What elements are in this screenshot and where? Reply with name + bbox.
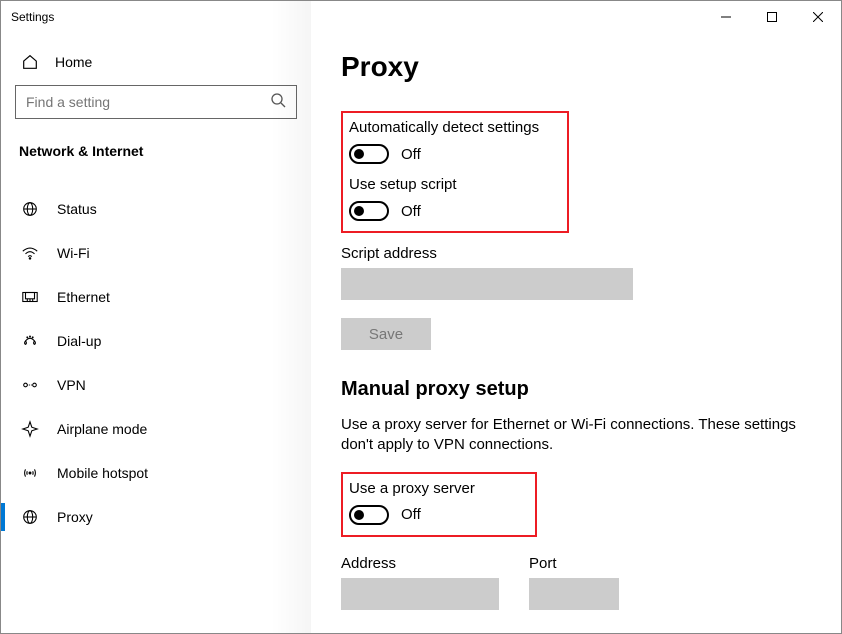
hotspot-icon [21, 464, 39, 482]
use-proxy-toggle[interactable] [349, 505, 389, 525]
address-label: Address [341, 555, 499, 572]
auto-detect-state: Off [401, 146, 421, 163]
manual-setup-desc: Use a proxy server for Ethernet or Wi-Fi… [341, 415, 813, 456]
port-label: Port [529, 555, 619, 572]
use-script-label: Use setup script [349, 176, 539, 193]
auto-detect-toggle[interactable] [349, 144, 389, 164]
vpn-icon [21, 376, 39, 394]
close-button[interactable] [795, 1, 841, 33]
maximize-button[interactable] [749, 1, 795, 33]
ethernet-icon [21, 288, 39, 306]
wifi-icon [21, 244, 39, 262]
window-title: Settings [11, 10, 54, 24]
home-nav[interactable]: Home [15, 45, 297, 85]
proxy-icon [21, 508, 39, 526]
sidebar-item-hotspot[interactable]: Mobile hotspot [15, 451, 297, 495]
dialup-icon [21, 332, 39, 350]
manual-setup-title: Manual proxy setup [341, 378, 813, 401]
port-input[interactable] [529, 578, 619, 610]
home-label: Home [55, 54, 92, 70]
use-proxy-highlight: Use a proxy server Off [341, 472, 537, 537]
auto-proxy-highlight: Automatically detect settings Off Use se… [341, 111, 569, 233]
sidebar-item-status[interactable]: Status [15, 187, 297, 231]
sidebar-item-label: VPN [57, 377, 86, 393]
auto-detect-label: Automatically detect settings [349, 119, 539, 136]
address-input[interactable] [341, 578, 499, 610]
airplane-icon [21, 420, 39, 438]
category-title: Network & Internet [15, 137, 297, 187]
sidebar-item-label: Airplane mode [57, 421, 147, 437]
sidebar-item-wifi[interactable]: Wi-Fi [15, 231, 297, 275]
sidebar-item-dialup[interactable]: Dial-up [15, 319, 297, 363]
script-address-input[interactable] [341, 268, 633, 300]
sidebar-item-label: Status [57, 201, 97, 217]
sidebar-item-proxy[interactable]: Proxy [15, 495, 297, 539]
page-title: Proxy [341, 51, 813, 83]
sidebar-item-label: Ethernet [57, 289, 110, 305]
search-icon [270, 92, 286, 113]
search-field[interactable] [26, 94, 270, 110]
sidebar-item-label: Wi-Fi [57, 245, 90, 261]
sidebar-item-airplane[interactable]: Airplane mode [15, 407, 297, 451]
sidebar-item-label: Dial-up [57, 333, 101, 349]
sidebar-item-ethernet[interactable]: Ethernet [15, 275, 297, 319]
use-script-toggle[interactable] [349, 201, 389, 221]
sidebar-item-label: Mobile hotspot [57, 465, 148, 481]
save-button[interactable]: Save [341, 318, 431, 350]
sidebar-item-vpn[interactable]: VPN [15, 363, 297, 407]
use-proxy-label: Use a proxy server [349, 480, 475, 497]
use-script-state: Off [401, 203, 421, 220]
search-input[interactable] [15, 85, 297, 119]
home-icon [21, 53, 39, 71]
sidebar-item-label: Proxy [57, 509, 93, 525]
script-address-label: Script address [341, 245, 813, 262]
minimize-button[interactable] [703, 1, 749, 33]
use-proxy-state: Off [401, 506, 421, 523]
status-icon [21, 200, 39, 218]
